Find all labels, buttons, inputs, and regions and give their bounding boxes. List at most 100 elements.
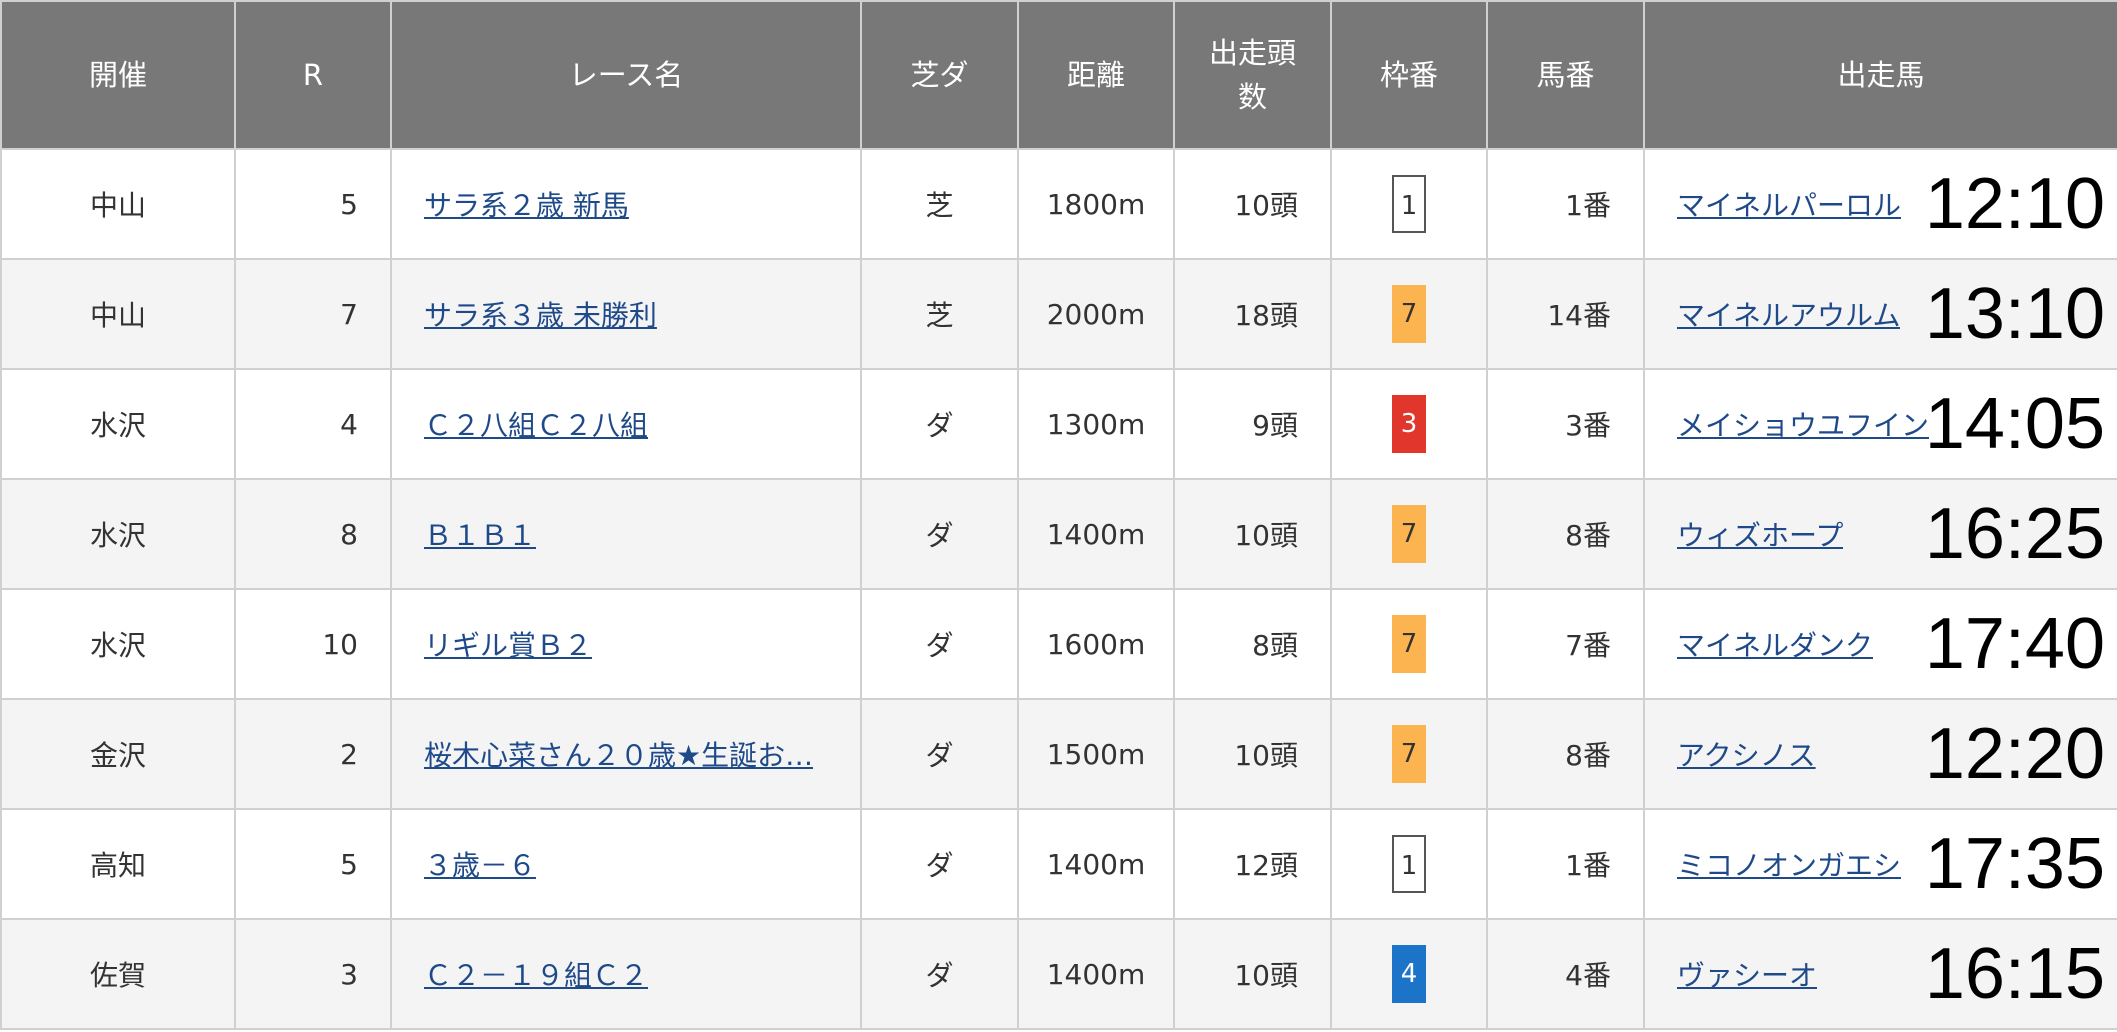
race-entries-table-container: 開催 R レース名 芝ダ 距離 出走頭数 枠番 馬番 出走馬 中山 5 サラ系２… (0, 0, 2117, 1030)
distance-cell: 1400m (1017, 808, 1175, 920)
distance-cell: 1400m (1017, 918, 1175, 1030)
horse-name-link[interactable]: ウィズホープ (1677, 514, 1843, 554)
horse-name-link[interactable]: マイネルアウルム (1677, 294, 1900, 334)
table-row: 中山 7 サラ系３歳 未勝利 芝 2000m 18頭 7 14番 マイネルアウル… (0, 258, 2117, 370)
race-name-link[interactable]: Ｃ２八組Ｃ２八組 (424, 404, 648, 444)
runners-cell: 18頭 (1173, 258, 1332, 370)
waku-badge: 3 (1392, 395, 1426, 453)
venue-cell: 佐賀 (0, 918, 236, 1030)
horse-cell: マイネルダンク 17:40 (1643, 588, 2117, 700)
horse-cell: ミコノオンガエシ 17:35 (1643, 808, 2117, 920)
venue-cell: 水沢 (0, 368, 236, 480)
race-name-cell: リギル賞Ｂ２ (390, 588, 862, 700)
post-time: 13:10 (1924, 274, 2105, 354)
waku-cell: 7 (1330, 258, 1488, 370)
horse-name-link[interactable]: ミコノオンガエシ (1677, 844, 1901, 884)
race-name-link[interactable]: Ｂ１Ｂ１ (424, 514, 536, 554)
race-name-link[interactable]: リギル賞Ｂ２ (424, 624, 592, 664)
runners-cell: 10頭 (1173, 478, 1332, 590)
venue-cell: 高知 (0, 808, 236, 920)
header-runners-label: 出走頭数 (1208, 36, 1296, 114)
post-time: 12:10 (1924, 164, 2105, 244)
header-umaban: 馬番 (1486, 0, 1645, 150)
horse-cell: アクシノス 12:20 (1643, 698, 2117, 810)
horse-name-link[interactable]: ヴァシーオ (1677, 954, 1817, 994)
surface-cell: ダ (860, 368, 1019, 480)
venue-cell: 中山 (0, 148, 236, 260)
venue-cell: 中山 (0, 258, 236, 370)
table-row: 高知 5 ３歳－６ ダ 1400m 12頭 1 1番 ミコノオンガエシ 17:3… (0, 808, 2117, 920)
table-row: 中山 5 サラ系２歳 新馬 芝 1800m 10頭 1 1番 マイネルパーロル … (0, 148, 2117, 260)
race-name-link[interactable]: 桜木心菜さん２０歳★生誕お… (424, 734, 813, 774)
table-row: 佐賀 3 Ｃ２－１９組Ｃ２ ダ 1400m 10頭 4 4番 ヴァシーオ 16:… (0, 918, 2117, 1030)
header-race-name: レース名 (390, 0, 862, 150)
venue-cell: 金沢 (0, 698, 236, 810)
venue-cell: 水沢 (0, 588, 236, 700)
surface-cell: ダ (860, 918, 1019, 1030)
race-number-cell: 7 (234, 258, 392, 370)
horse-name-link[interactable]: アクシノス (1677, 734, 1816, 774)
header-distance: 距離 (1017, 0, 1175, 150)
race-number-cell: 5 (234, 148, 392, 260)
surface-cell: 芝 (860, 258, 1019, 370)
table-row: 水沢 4 Ｃ２八組Ｃ２八組 ダ 1300m 9頭 3 3番 メイショウユフイン … (0, 368, 2117, 480)
umaban-cell: 1番 (1486, 808, 1645, 920)
post-time: 17:40 (1924, 604, 2105, 684)
post-time: 17:35 (1924, 824, 2105, 904)
waku-badge: 1 (1392, 175, 1426, 233)
header-surface: 芝ダ (860, 0, 1019, 150)
venue-cell: 水沢 (0, 478, 236, 590)
surface-cell: ダ (860, 588, 1019, 700)
surface-cell: ダ (860, 698, 1019, 810)
race-name-link[interactable]: サラ系３歳 未勝利 (424, 294, 657, 334)
table-header-row: 開催 R レース名 芝ダ 距離 出走頭数 枠番 馬番 出走馬 (0, 0, 2117, 150)
race-name-link[interactable]: ３歳－６ (424, 844, 536, 884)
distance-cell: 2000m (1017, 258, 1175, 370)
horse-name-link[interactable]: メイショウユフイン (1677, 404, 1929, 444)
race-name-link[interactable]: Ｃ２－１９組Ｃ２ (424, 954, 648, 994)
waku-badge: 4 (1392, 945, 1426, 1003)
distance-cell: 1500m (1017, 698, 1175, 810)
post-time: 16:25 (1924, 494, 2105, 574)
umaban-cell: 8番 (1486, 698, 1645, 810)
distance-cell: 1800m (1017, 148, 1175, 260)
waku-cell: 3 (1330, 368, 1488, 480)
waku-cell: 7 (1330, 588, 1488, 700)
waku-badge: 7 (1392, 615, 1426, 673)
waku-badge: 7 (1392, 285, 1426, 343)
race-number-cell: 8 (234, 478, 392, 590)
waku-cell: 1 (1330, 148, 1488, 260)
distance-cell: 1400m (1017, 478, 1175, 590)
waku-cell: 7 (1330, 478, 1488, 590)
table-row: 金沢 2 桜木心菜さん２０歳★生誕お… ダ 1500m 10頭 7 8番 アクシ… (0, 698, 2117, 810)
horse-cell: マイネルアウルム 13:10 (1643, 258, 2117, 370)
race-number-cell: 2 (234, 698, 392, 810)
table-row: 水沢 8 Ｂ１Ｂ１ ダ 1400m 10頭 7 8番 ウィズホープ 16:25 (0, 478, 2117, 590)
race-name-cell: ３歳－６ (390, 808, 862, 920)
race-name-cell: サラ系３歳 未勝利 (390, 258, 862, 370)
waku-cell: 4 (1330, 918, 1488, 1030)
race-name-cell: Ｃ２八組Ｃ２八組 (390, 368, 862, 480)
race-name-cell: 桜木心菜さん２０歳★生誕お… (390, 698, 862, 810)
umaban-cell: 4番 (1486, 918, 1645, 1030)
distance-cell: 1300m (1017, 368, 1175, 480)
race-name-cell: Ｃ２－１９組Ｃ２ (390, 918, 862, 1030)
race-number-cell: 5 (234, 808, 392, 920)
race-name-cell: Ｂ１Ｂ１ (390, 478, 862, 590)
race-number-cell: 10 (234, 588, 392, 700)
race-name-link[interactable]: サラ系２歳 新馬 (424, 184, 629, 224)
post-time: 16:15 (1924, 934, 2105, 1014)
surface-cell: 芝 (860, 148, 1019, 260)
surface-cell: ダ (860, 478, 1019, 590)
runners-cell: 8頭 (1173, 588, 1332, 700)
distance-cell: 1600m (1017, 588, 1175, 700)
post-time: 14:05 (1924, 384, 2105, 464)
header-runners: 出走頭数 (1173, 0, 1332, 150)
race-name-cell: サラ系２歳 新馬 (390, 148, 862, 260)
horse-name-link[interactable]: マイネルダンク (1677, 624, 1873, 664)
horse-name-link[interactable]: マイネルパーロル (1677, 184, 1901, 224)
umaban-cell: 3番 (1486, 368, 1645, 480)
surface-cell: ダ (860, 808, 1019, 920)
waku-cell: 1 (1330, 808, 1488, 920)
runners-cell: 10頭 (1173, 148, 1332, 260)
